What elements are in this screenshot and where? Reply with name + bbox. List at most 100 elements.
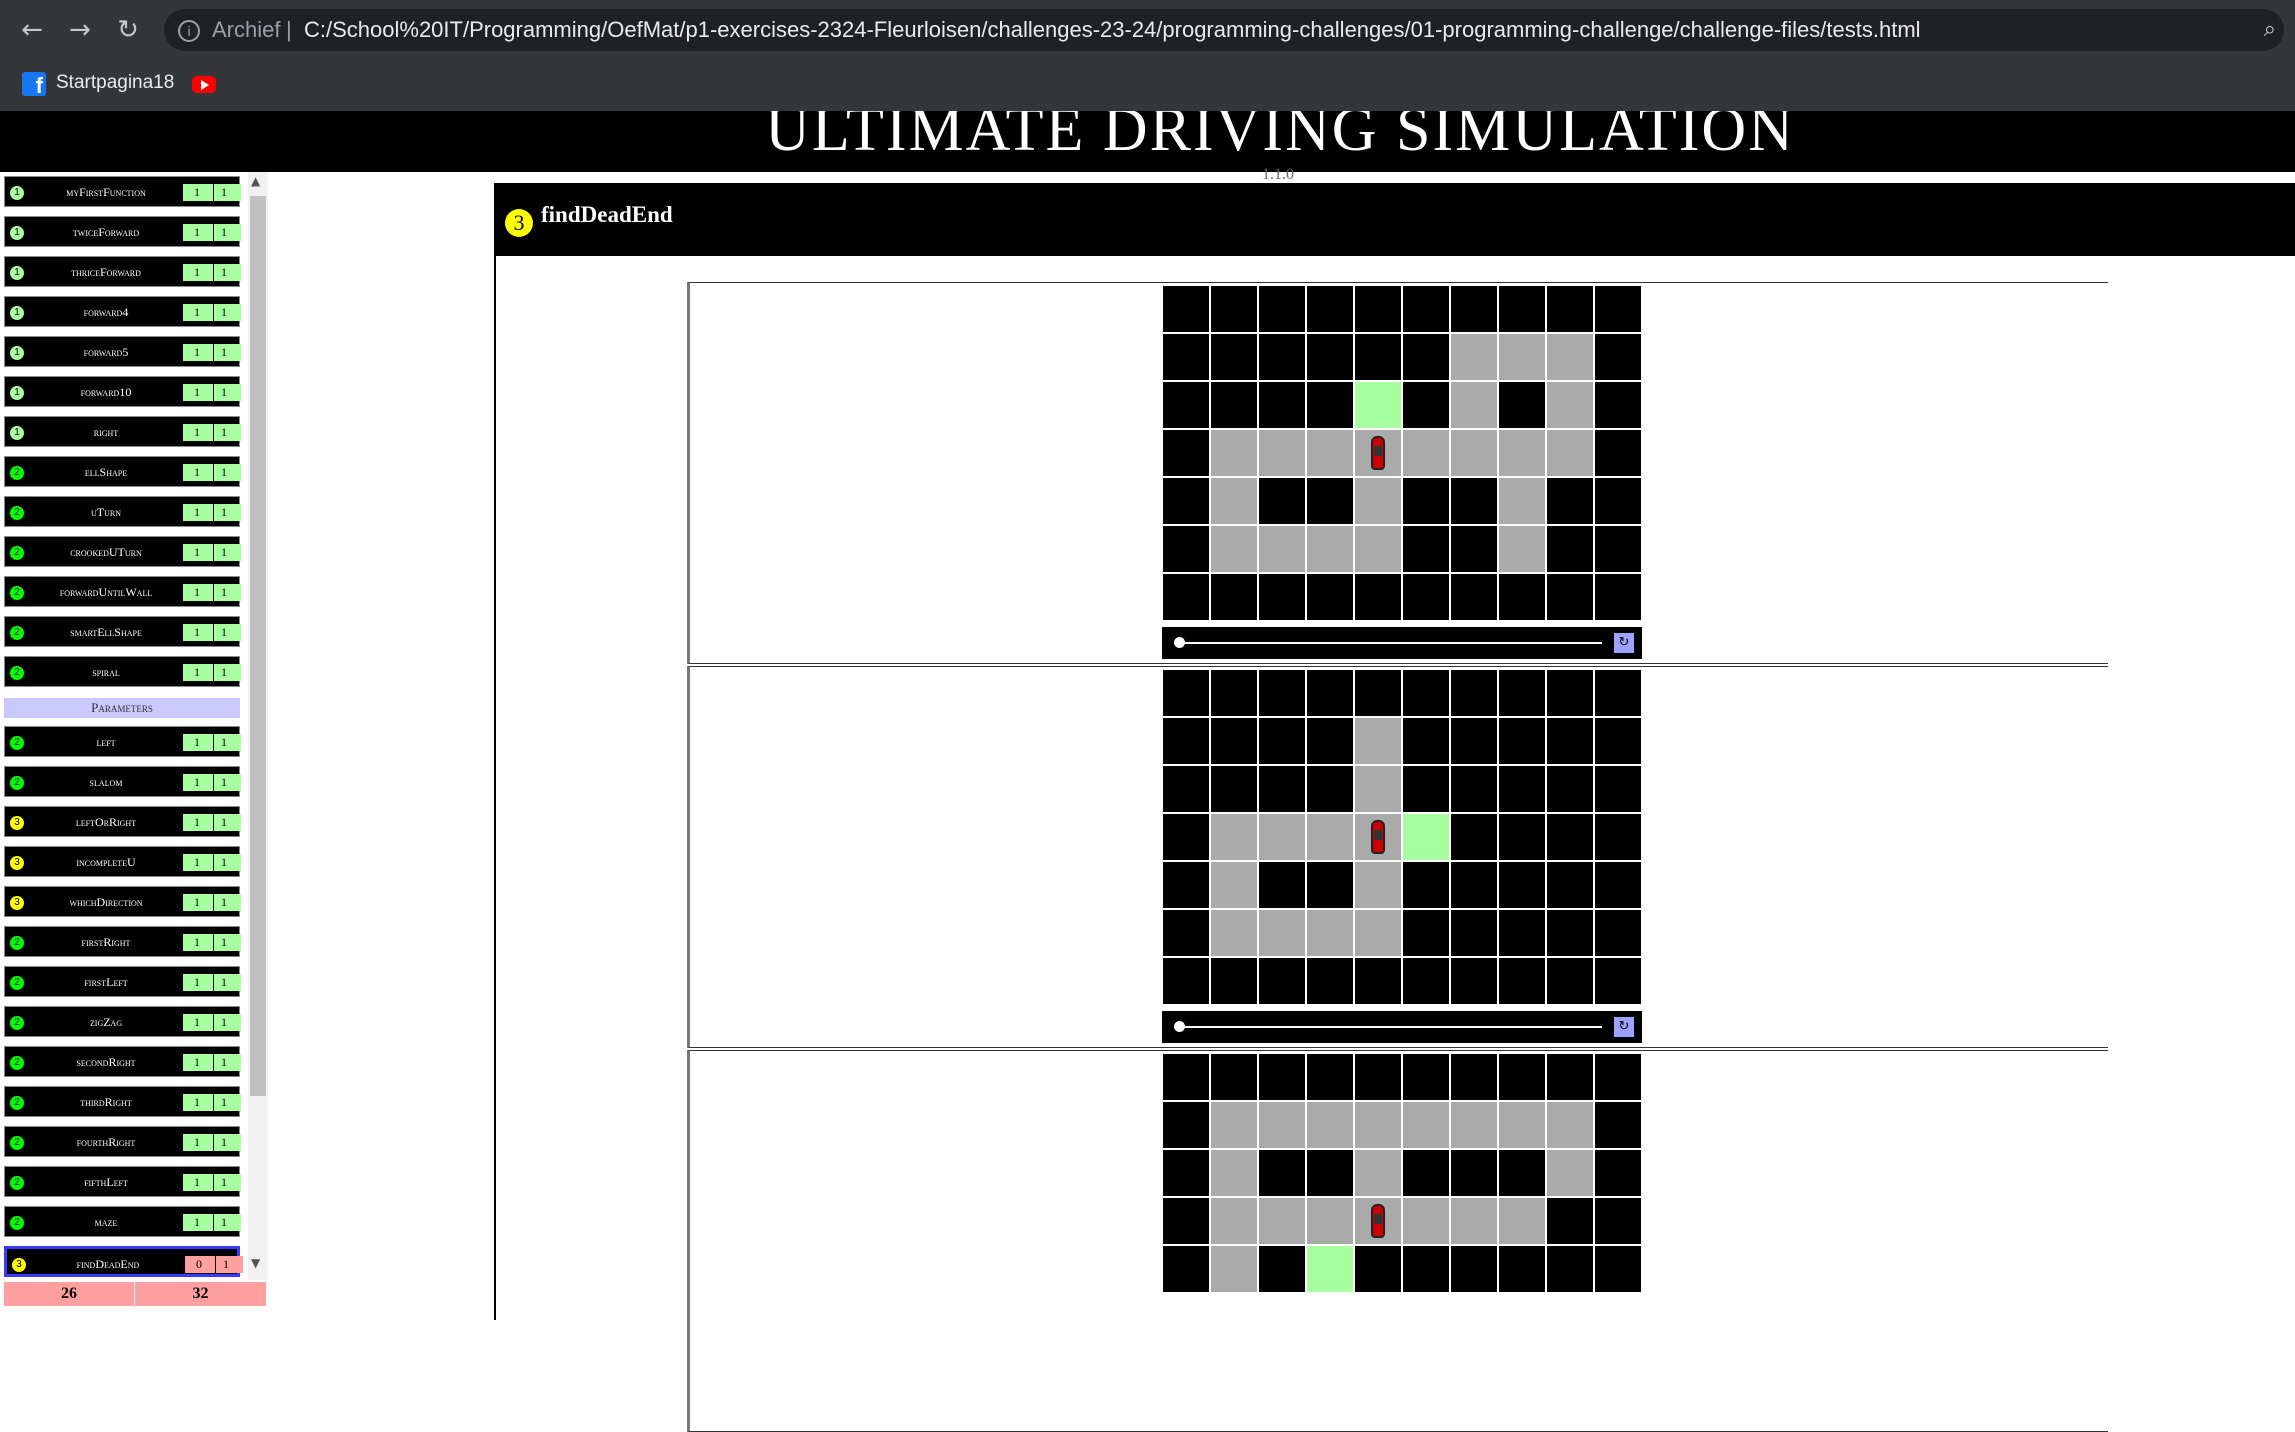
sidebar-item-whichDirection[interactable]: 3 whichDirection 1 1 <box>4 886 241 917</box>
grid-cell <box>1499 1198 1545 1244</box>
score-max: 1 <box>213 1134 234 1151</box>
sidebar-item-fifthLeft[interactable]: 2 fifthLeft 1 1 <box>4 1166 241 1197</box>
level-indicator: 2 <box>10 1056 24 1070</box>
grid-cell <box>1403 1102 1449 1148</box>
info-icon[interactable]: i <box>178 20 200 42</box>
level-indicator: 3 <box>10 896 24 910</box>
sidebar-item-incompleteU[interactable]: 3 incompleteU 1 1 <box>4 846 241 877</box>
grid-cell <box>1595 430 1641 476</box>
level-indicator: 1 <box>10 426 24 440</box>
scroll-up-icon[interactable]: ▲ <box>251 174 260 188</box>
sidebar-item-leftOrRight[interactable]: 3 leftOrRight 1 1 <box>4 806 241 837</box>
sidebar-item-thirdRight[interactable]: 2 thirdRight 1 1 <box>4 1086 241 1117</box>
sidebar-item-twiceForward[interactable]: 1 twiceForward 1 1 <box>4 216 241 247</box>
sidebar-item-zigZag[interactable]: 2 zigZag 1 1 <box>4 1006 241 1037</box>
youtube-icon[interactable] <box>192 76 216 93</box>
section-parameters: Parameters <box>4 698 240 718</box>
forward-icon[interactable]: → <box>62 12 98 48</box>
reset-icon[interactable]: ↻ <box>1614 633 1634 653</box>
step-slider-knob[interactable] <box>1174 1021 1185 1032</box>
score-value: 1 <box>194 545 200 559</box>
grid-cell <box>1307 334 1353 380</box>
sidebar-item-label: findDeadEnd <box>76 1257 140 1271</box>
score-box: 11 <box>183 344 241 361</box>
sidebar-item-findDeadEnd[interactable]: 3 findDeadEnd 0 1 <box>4 1246 243 1277</box>
sidebar-scrollbar[interactable]: ▲ ▼ <box>248 172 268 1280</box>
score-value: 1 <box>194 815 200 829</box>
sidebar-item-firstRight[interactable]: 2 firstRight 1 1 <box>4 926 241 957</box>
score-max: 1 <box>213 264 234 281</box>
sidebar-item-label: myFirstFunction <box>66 185 146 199</box>
back-icon[interactable]: ← <box>14 12 50 48</box>
grid-cell <box>1595 1054 1641 1100</box>
grid-cell <box>1307 430 1353 476</box>
sidebar-item-crookedUTurn[interactable]: 2 crookedUTurn 1 1 <box>4 536 241 567</box>
sidebar-item-forwardUntilWall[interactable]: 2 forwardUntilWall 1 1 <box>4 576 241 607</box>
score-box: 11 <box>183 1054 241 1071</box>
grid-cell <box>1499 1150 1545 1196</box>
score-box: 11 <box>183 1134 241 1151</box>
grid-cell <box>1403 910 1449 956</box>
scroll-down-icon[interactable]: ▼ <box>251 1256 260 1270</box>
scroll-thumb[interactable] <box>250 196 266 1096</box>
car-icon <box>1371 820 1385 854</box>
grid-cell <box>1163 1246 1209 1292</box>
zoom-icon[interactable]: ⌕ <box>2264 9 2276 51</box>
address-bar[interactable]: i Archief | C:/School%20IT/Programming/O… <box>164 9 2284 51</box>
facebook-icon[interactable]: f <box>22 72 46 98</box>
sidebar-item-myFirstFunction[interactable]: 1 myFirstFunction 1 1 <box>4 176 241 207</box>
sidebar-item-forward4[interactable]: 1 forward4 1 1 <box>4 296 241 327</box>
grid-cell <box>1451 814 1497 860</box>
total-left: 26 <box>4 1282 135 1306</box>
sidebar-item-fourthRight[interactable]: 2 fourthRight 1 1 <box>4 1126 241 1157</box>
step-slider-knob[interactable] <box>1174 637 1185 648</box>
car-icon <box>1371 1204 1385 1238</box>
score-box: 11 <box>183 424 241 441</box>
sidebar-item-left[interactable]: 2 left 1 1 <box>4 726 241 757</box>
grid-cell <box>1163 382 1209 428</box>
sidebar-item-slalom[interactable]: 2 slalom 1 1 <box>4 766 241 797</box>
sidebar-item-firstLeft[interactable]: 2 firstLeft 1 1 <box>4 966 241 997</box>
sidebar-item-smartEllShape[interactable]: 2 smartEllShape 1 1 <box>4 616 241 647</box>
grid-cell <box>1163 958 1209 1004</box>
grid-cell <box>1163 574 1209 620</box>
url-text[interactable]: C:/School%20IT/Programming/OefMat/p1-exe… <box>304 9 1921 51</box>
score-max: 1 <box>213 774 234 791</box>
score-box: 11 <box>183 304 241 321</box>
grid-cell <box>1355 910 1401 956</box>
step-slider-track[interactable] <box>1174 642 1602 644</box>
sidebar-item-ellShape[interactable]: 2 ellShape 1 1 <box>4 456 241 487</box>
sidebar-item-forward10[interactable]: 1 forward10 1 1 <box>4 376 241 407</box>
sidebar-item-label: firstLeft <box>84 975 128 989</box>
grid-cell <box>1259 430 1305 476</box>
grid-cell <box>1499 1246 1545 1292</box>
reset-icon[interactable]: ↻ <box>1614 1017 1634 1037</box>
sidebar-item-thriceForward[interactable]: 1 thriceForward 1 1 <box>4 256 241 287</box>
grid-cell <box>1547 1054 1593 1100</box>
bookmark-startpagina[interactable]: Startpagina18 <box>56 72 174 94</box>
level-indicator: 2 <box>10 1176 24 1190</box>
sidebar-item-uTurn[interactable]: 2 uTurn 1 1 <box>4 496 241 527</box>
playback-controls: ↻ <box>1162 627 1642 659</box>
grid-cell <box>1547 430 1593 476</box>
score-max: 1 <box>213 1014 234 1031</box>
score-box: 11 <box>183 934 241 951</box>
grid-cell <box>1307 478 1353 524</box>
sidebar-item-secondRight[interactable]: 2 secondRight 1 1 <box>4 1046 241 1077</box>
grid-cell <box>1307 958 1353 1004</box>
sidebar-item-right[interactable]: 1 right 1 1 <box>4 416 241 447</box>
sidebar-item-forward5[interactable]: 1 forward5 1 1 <box>4 336 241 367</box>
step-slider-track[interactable] <box>1174 1026 1602 1028</box>
reload-icon[interactable]: ↻ <box>110 12 146 48</box>
level-indicator: 3 <box>10 816 24 830</box>
grid-cell <box>1451 862 1497 908</box>
grid-cell <box>1595 526 1641 572</box>
grid-cell <box>1163 814 1209 860</box>
sidebar-item-maze[interactable]: 2 maze 1 1 <box>4 1206 241 1237</box>
grid-cell <box>1595 670 1641 716</box>
sidebar-item-spiral[interactable]: 2 spiral 1 1 <box>4 656 241 687</box>
grid-cell <box>1307 526 1353 572</box>
grid-cell <box>1211 670 1257 716</box>
score-box: 11 <box>183 734 241 751</box>
grid-cell <box>1499 958 1545 1004</box>
